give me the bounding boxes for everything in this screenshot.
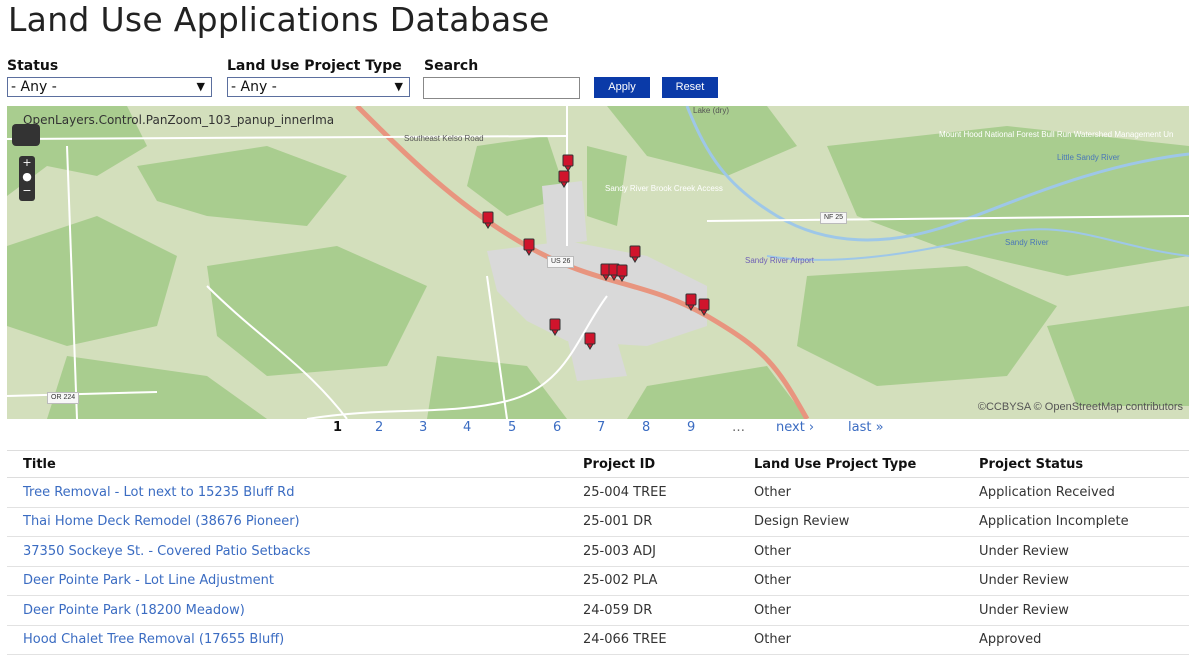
- status-select[interactable]: - Any - ▼: [7, 77, 212, 97]
- table-row: Deer Pointe Park (18200 Meadow) 24-059 D…: [7, 595, 1189, 626]
- pager-page[interactable]: 5: [508, 420, 516, 435]
- map-label-airport: Sandy River Airport: [745, 256, 814, 265]
- row-project-id: 24-066 TREE: [567, 625, 738, 655]
- pager-page[interactable]: 2: [375, 420, 383, 435]
- row-title-link[interactable]: Deer Pointe Park (18200 Meadow): [7, 595, 567, 626]
- status-select-value: - Any -: [11, 79, 57, 95]
- road-badge-nf25: NF 25: [820, 212, 848, 224]
- pager-last[interactable]: last »: [848, 420, 884, 435]
- row-project-id: 25-002 PLA: [567, 566, 738, 596]
- pager-page[interactable]: 9: [687, 420, 695, 435]
- row-project-type: Design Review: [738, 507, 963, 537]
- pagination: 1 2 3 4 5 6 7 8 9 … next › last »: [0, 420, 1200, 438]
- column-header-project-type[interactable]: Land Use Project Type: [738, 450, 963, 478]
- table-header-row: Title Project ID Land Use Project Type P…: [7, 450, 1189, 478]
- pager-page[interactable]: 7: [597, 420, 605, 435]
- pager-next[interactable]: next ›: [776, 420, 814, 435]
- row-project-type: Other: [738, 625, 963, 655]
- row-project-status: Under Review: [963, 566, 1189, 596]
- broken-image-alt: OpenLayers.Control.PanZoom_103_panup_inn…: [23, 113, 335, 127]
- pager-ellipsis: …: [732, 420, 745, 435]
- map-label-sandy-river: Sandy River: [1005, 238, 1049, 247]
- map-view[interactable]: + ● − OpenLayers.Control.PanZoom_103_pan…: [7, 106, 1189, 419]
- row-project-type: Other: [738, 536, 963, 567]
- reset-button[interactable]: Reset: [662, 77, 718, 98]
- column-header-project-id[interactable]: Project ID: [567, 450, 738, 478]
- map-tiles: [7, 106, 1189, 419]
- row-project-status: Application Received: [963, 477, 1189, 508]
- project-type-select-value: - Any -: [231, 79, 277, 95]
- search-input[interactable]: [423, 77, 580, 99]
- column-header-status[interactable]: Project Status: [963, 450, 1189, 478]
- map-label-creek: Sandy River Brook Creek Access: [605, 184, 723, 193]
- pager-page[interactable]: 8: [642, 420, 650, 435]
- row-title-link[interactable]: Tree Removal - Lot next to 15235 Bluff R…: [7, 477, 567, 508]
- row-project-type: Other: [738, 566, 963, 596]
- table-row: Thai Home Deck Remodel (38676 Pioneer) 2…: [7, 507, 1189, 537]
- row-project-status: Under Review: [963, 536, 1189, 567]
- table-row: Hood Chalet Tree Removal (17655 Bluff) 2…: [7, 625, 1189, 655]
- column-header-title[interactable]: Title: [7, 450, 567, 478]
- row-title-link[interactable]: Thai Home Deck Remodel (38676 Pioneer): [7, 507, 567, 537]
- row-project-status: Approved: [963, 625, 1189, 655]
- world-icon[interactable]: ●: [19, 170, 35, 184]
- chevron-down-icon: ▼: [394, 80, 403, 93]
- pager-page[interactable]: 3: [419, 420, 427, 435]
- map-label-river: Little Sandy River: [1057, 153, 1120, 162]
- apply-button[interactable]: Apply: [594, 77, 650, 98]
- page-title: Land Use Applications Database: [8, 0, 550, 39]
- row-project-id: 25-003 ADJ: [567, 536, 738, 567]
- pan-control[interactable]: [12, 124, 40, 146]
- table-row: Tree Removal - Lot next to 15235 Bluff R…: [7, 477, 1189, 508]
- project-type-label: Land Use Project Type: [227, 58, 402, 74]
- search-label: Search: [424, 58, 479, 74]
- map-label-road: Southeast Kelso Road: [404, 134, 484, 143]
- pager-page[interactable]: 4: [463, 420, 471, 435]
- row-title-link[interactable]: 37350 Sockeye St. - Covered Patio Setbac…: [7, 536, 567, 567]
- row-project-id: 25-001 DR: [567, 507, 738, 537]
- zoom-in-icon[interactable]: +: [19, 156, 35, 170]
- zoom-out-icon[interactable]: −: [19, 184, 35, 198]
- pager-page[interactable]: 6: [553, 420, 561, 435]
- project-type-select[interactable]: - Any - ▼: [227, 77, 410, 97]
- map-attribution: ©CCBYSA © OpenStreetMap contributors: [977, 401, 1183, 413]
- row-project-id: 25-004 TREE: [567, 477, 738, 508]
- row-project-id: 24-059 DR: [567, 595, 738, 626]
- table-row: 37350 Sockeye St. - Covered Patio Setbac…: [7, 536, 1189, 567]
- status-label: Status: [7, 58, 59, 74]
- row-title-link[interactable]: Hood Chalet Tree Removal (17655 Bluff): [7, 625, 567, 655]
- map-label-lake: Lake (dry): [693, 106, 730, 115]
- chevron-down-icon: ▼: [196, 80, 205, 93]
- road-badge-or224: OR 224: [47, 392, 80, 404]
- road-badge-us26: US 26: [547, 256, 575, 268]
- row-project-type: Other: [738, 477, 963, 508]
- row-title-link[interactable]: Deer Pointe Park - Lot Line Adjustment: [7, 566, 567, 596]
- row-project-status: Application Incomplete: [963, 507, 1189, 537]
- table-row: Deer Pointe Park - Lot Line Adjustment 2…: [7, 566, 1189, 596]
- map-label-forest: Mount Hood National Forest Bull Run Wate…: [939, 130, 1174, 139]
- pager-current: 1: [333, 420, 343, 435]
- row-project-type: Other: [738, 595, 963, 626]
- applications-table: Title Project ID Land Use Project Type P…: [7, 450, 1189, 655]
- row-project-status: Under Review: [963, 595, 1189, 626]
- zoom-control[interactable]: + ● −: [19, 156, 35, 201]
